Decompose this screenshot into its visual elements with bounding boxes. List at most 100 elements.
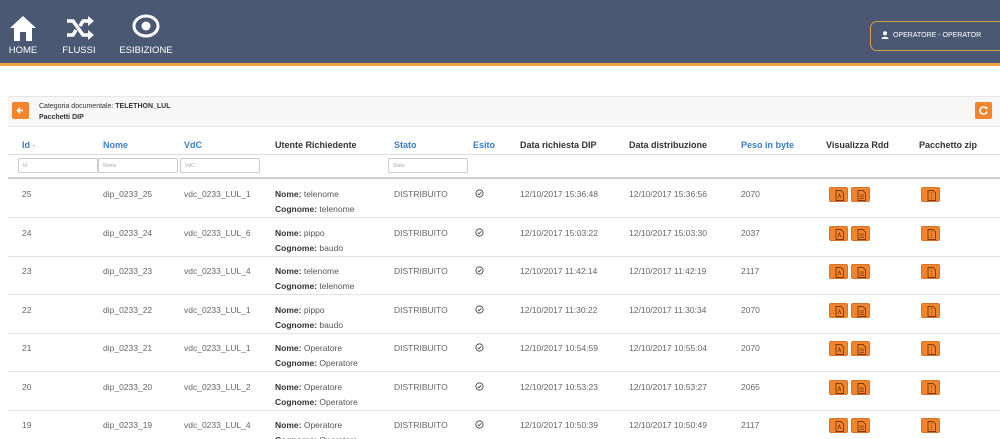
- document-file-icon: [857, 305, 866, 317]
- zip-file-icon: [927, 421, 936, 432]
- nav-flussi[interactable]: FLUSSI: [61, 10, 97, 56]
- cell-peso: 2117: [741, 420, 760, 430]
- view-pdf-button[interactable]: [829, 187, 848, 202]
- document-file-icon: [857, 228, 866, 240]
- refresh-icon: [979, 106, 988, 115]
- view-pdf-button[interactable]: [829, 225, 848, 241]
- table-row: 19 dip_0233_19 vdc_0233_LUL_4 Nome: Operato…: [8, 411, 1000, 439]
- view-pdf-button[interactable]: [829, 302, 848, 318]
- download-zip-button[interactable]: [921, 418, 940, 433]
- sort-indicator: -: [32, 140, 36, 150]
- download-zip-button[interactable]: [921, 379, 940, 395]
- pdf-file-icon: [835, 382, 844, 394]
- document-file-icon: [857, 421, 866, 432]
- view-pdf-button[interactable]: [829, 264, 848, 279]
- filter-vdc-input[interactable]: [180, 158, 260, 173]
- table-header: Id - Nome VdC Utente Richiedente Stato E…: [8, 137, 1000, 155]
- nav-esibizione[interactable]: ESIBIZIONE: [118, 10, 174, 56]
- pdf-file-icon: [835, 421, 844, 432]
- nome-label: Nome:: [275, 266, 302, 276]
- view-pdf-button[interactable]: [829, 379, 848, 395]
- cell-id: 22: [22, 304, 32, 315]
- header-nome[interactable]: Nome: [103, 140, 128, 150]
- table-row: 21 dip_0233_21 vdc_0233_LUL_1 Nome: Operato…: [8, 334, 1000, 372]
- cell-peso: 2117: [741, 266, 760, 276]
- view-xml-button[interactable]: [851, 379, 870, 395]
- cell-nome: dip_0233_20: [103, 381, 153, 392]
- cell-id: 25: [22, 189, 32, 199]
- filter-id-input[interactable]: [18, 158, 98, 173]
- cell-data-richiesta: 12/10/2017 10:54:59: [520, 343, 598, 353]
- document-file-icon: [857, 344, 866, 355]
- header-data-richiesta: Data richiesta DIP: [520, 140, 597, 150]
- header-stato[interactable]: Stato: [394, 140, 417, 150]
- back-button[interactable]: [12, 102, 29, 119]
- header-vdc[interactable]: VdC: [184, 140, 202, 150]
- view-xml-button[interactable]: [851, 187, 870, 202]
- cell-stato: DISTRIBUITO: [394, 227, 448, 238]
- user-nome-value: Operatore: [303, 381, 343, 392]
- download-zip-button[interactable]: [921, 302, 940, 318]
- zip-file-icon: [927, 305, 936, 317]
- cell-data-distribuzione: 12/10/2017 10:53:27: [629, 381, 707, 392]
- user-menu-button[interactable]: OPERATORE - OPERATOR: [870, 21, 1000, 51]
- cell-data-richiesta: 12/10/2017 15:03:22: [520, 227, 598, 238]
- download-zip-button[interactable]: [921, 225, 940, 241]
- header-id[interactable]: Id -: [22, 140, 36, 150]
- cell-user-cognome: Cognome: Operatore: [275, 358, 358, 368]
- cell-nome: dip_0233_21: [103, 343, 153, 353]
- nav-flussi-label: FLUSSI: [62, 45, 96, 56]
- view-xml-button[interactable]: [851, 225, 870, 241]
- nome-label: Nome:: [275, 304, 302, 315]
- cell-id: 19: [22, 420, 32, 430]
- cognome-label: Cognome:: [275, 242, 318, 253]
- cell-stato: DISTRIBUITO: [394, 381, 448, 392]
- nome-label: Nome:: [275, 381, 302, 392]
- refresh-button[interactable]: [975, 102, 992, 119]
- user-nome-value: Operatore: [303, 343, 343, 353]
- download-zip-button[interactable]: [921, 264, 940, 279]
- download-zip-button[interactable]: [921, 187, 940, 202]
- cell-user-nome: Nome: Operatore: [275, 343, 342, 353]
- user-cognome-value: Operatore: [319, 396, 358, 407]
- check-circle-icon: [475, 420, 484, 429]
- header-esito[interactable]: Esito: [473, 140, 495, 150]
- filter-nome-input[interactable]: [98, 158, 178, 173]
- cell-peso: 2037: [741, 227, 760, 238]
- view-xml-button[interactable]: [851, 302, 870, 318]
- table-row: 20 dip_0233_20 vdc_0233_LUL_2 Nome: Operato…: [8, 373, 1000, 411]
- pdf-file-icon: [835, 190, 844, 201]
- nav-home-label: HOME: [8, 45, 38, 56]
- eye-icon: [132, 14, 160, 38]
- cell-nome: dip_0233_25: [103, 189, 153, 199]
- pdf-file-icon: [835, 344, 844, 355]
- header-peso[interactable]: Peso in byte: [741, 140, 794, 150]
- cell-nome: dip_0233_19: [103, 420, 153, 430]
- category-value: TELETHON_LUL: [115, 103, 171, 110]
- view-pdf-button[interactable]: [829, 341, 848, 356]
- user-cognome-value: Operatore: [319, 435, 357, 439]
- header-data-distribuzione: Data distribuzione: [629, 140, 708, 150]
- nav-home[interactable]: HOME: [6, 10, 40, 56]
- cell-data-distribuzione: 12/10/2017 11:42:19: [629, 266, 707, 276]
- filter-stato-input[interactable]: [388, 158, 468, 173]
- download-zip-button[interactable]: [921, 341, 940, 356]
- pdf-file-icon: [835, 228, 844, 240]
- cognome-label: Cognome:: [275, 204, 318, 214]
- cell-user-nome: Nome: telenome: [275, 266, 339, 276]
- header-visualizza: Visualizza Rdd: [826, 140, 889, 150]
- table-row: 24 dip_0233_24 vdc_0233_LUL_6 Nome: pippo Co…: [8, 219, 1000, 257]
- view-xml-button[interactable]: [851, 341, 870, 356]
- user-nome-value: pippo: [303, 227, 325, 238]
- cognome-label: Cognome:: [275, 281, 318, 291]
- cell-user-cognome: Cognome: baudo: [275, 320, 343, 330]
- cell-peso: 2070: [741, 189, 760, 199]
- cognome-label: Cognome:: [275, 358, 318, 368]
- cell-vdc: vdc_0233_LUL_1: [184, 189, 251, 199]
- cell-data-distribuzione: 12/10/2017 10:55:04: [629, 343, 707, 353]
- cell-user-nome: Nome: Operatore: [275, 382, 342, 392]
- header-pacchetto: Pacchetto zip: [919, 140, 978, 150]
- view-xml-button[interactable]: [851, 264, 870, 279]
- view-pdf-button[interactable]: [829, 418, 848, 433]
- view-xml-button[interactable]: [851, 418, 870, 433]
